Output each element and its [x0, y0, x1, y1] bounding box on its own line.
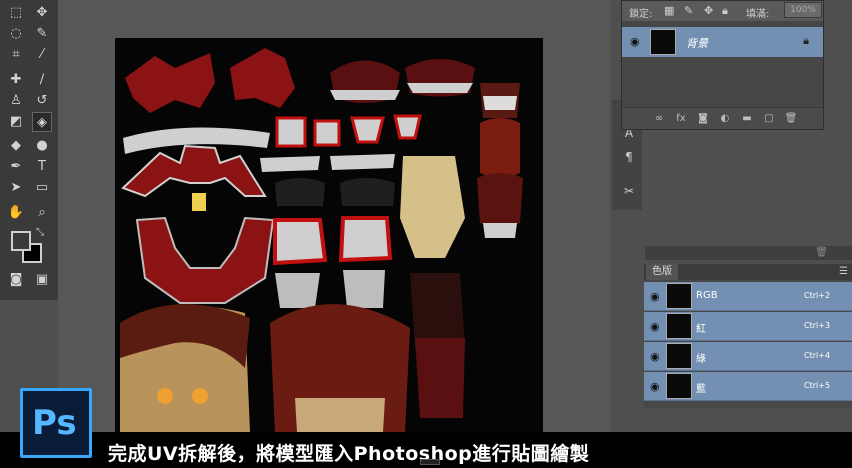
channels-header: 色版 ☰: [644, 264, 852, 280]
tab-channels[interactable]: 色版: [646, 264, 678, 280]
marquee-tool-icon[interactable]: ⬚: [6, 3, 26, 23]
video-progress-indicator: [420, 459, 440, 465]
adjustment-layer-icon[interactable]: ◐: [718, 112, 732, 126]
foreground-color-swatch[interactable]: [11, 231, 31, 251]
visibility-eye-icon[interactable]: ◉: [650, 380, 660, 393]
visibility-eye-icon[interactable]: ◉: [650, 320, 660, 333]
history-brush-tool-icon[interactable]: ↺: [32, 91, 52, 111]
layer-style-icon[interactable]: fx: [674, 112, 688, 126]
layer-name: 背景: [686, 37, 708, 50]
link-layers-icon[interactable]: ∞: [652, 112, 666, 126]
zoom-tool-icon[interactable]: ⌕: [32, 203, 52, 223]
new-group-icon[interactable]: ▬: [740, 112, 754, 126]
type-tool-icon[interactable]: T: [32, 157, 52, 177]
uv-texture-image: [120, 48, 523, 432]
channel-thumbnail: [666, 343, 692, 369]
channels-panel: 色版 ☰ ◉ RGB Ctrl+2 ◉ 紅 Ctrl+3 ◉ 綠 Ctrl+4 …: [644, 264, 852, 408]
fill-input[interactable]: 100%: [784, 2, 822, 18]
subtitle-caption: 完成UV拆解後，將模型匯入Photoshop進行貼圖繪製: [108, 443, 590, 465]
new-layer-icon[interactable]: ▢: [762, 112, 776, 126]
quick-mask-icon[interactable]: ◙: [6, 270, 26, 290]
eraser-tool-icon[interactable]: ◩: [6, 112, 26, 132]
move-tool-icon[interactable]: ✥: [32, 3, 52, 23]
layers-lock-bar: 鎖定: ▦ ✎ ✥ 🔒︎ 填滿: 100%: [622, 1, 823, 21]
lock-paint-icon[interactable]: ✎: [684, 4, 693, 17]
channel-thumbnail: [666, 283, 692, 309]
crop-tool-icon[interactable]: ⌗: [6, 45, 26, 65]
lock-transparent-icon[interactable]: ▦: [664, 4, 674, 17]
panel-menu-icon[interactable]: ☰: [839, 266, 848, 277]
tools-preset-icon[interactable]: ✂: [622, 184, 636, 198]
visibility-eye-icon[interactable]: ◉: [650, 290, 660, 303]
layers-panel: 鎖定: ▦ ✎ ✥ 🔒︎ 填滿: 100% ◉ 背景 🔒︎ ∞ fx ◙ ◐ ▬…: [621, 0, 824, 130]
lock-all-icon[interactable]: 🔒︎: [722, 4, 728, 18]
trash-icon[interactable]: 🗑︎: [815, 247, 828, 258]
lock-position-icon[interactable]: ✥: [704, 4, 713, 17]
path-select-tool-icon[interactable]: ➤: [6, 178, 26, 198]
tools-panel: ⬚ ✥ ◌ ✎ ⌗ ⁄ ✚ ∕ ♙ ↺ ◩ ◈ ◆ ● ✒ T ➤ ▭ ✋ ⌕ …: [0, 0, 58, 300]
delete-layer-icon[interactable]: 🗑︎: [784, 112, 798, 126]
fill-label: 填滿:: [746, 9, 770, 20]
channel-shortcut: Ctrl+2: [804, 291, 831, 300]
blur-tool-icon[interactable]: ◆: [6, 136, 26, 156]
channel-thumbnail: [666, 313, 692, 339]
lasso-tool-icon[interactable]: ◌: [6, 24, 26, 44]
visibility-eye-icon[interactable]: ◉: [630, 35, 640, 48]
layers-footer: ∞ fx ◙ ◐ ▬ ▢ 🗑︎: [622, 107, 823, 129]
layer-lock-icon: 🔒︎: [803, 34, 809, 47]
quick-select-tool-icon[interactable]: ✎: [32, 24, 52, 44]
channel-row-blue[interactable]: ◉ 藍 Ctrl+5: [644, 372, 852, 401]
rectangle-tool-icon[interactable]: ▭: [32, 178, 52, 198]
channel-name: 藍: [696, 384, 706, 395]
photoshop-window: ⬚ ✥ ◌ ✎ ⌗ ⁄ ✚ ∕ ♙ ↺ ◩ ◈ ◆ ● ✒ T ➤ ▭ ✋ ⌕ …: [0, 0, 852, 468]
channel-row-green[interactable]: ◉ 綠 Ctrl+4: [644, 342, 852, 371]
channel-name: 綠: [696, 354, 706, 365]
channel-thumbnail: [666, 373, 692, 399]
panel-divider: 🗑︎: [645, 246, 852, 260]
add-mask-icon[interactable]: ◙: [696, 112, 710, 126]
visibility-eye-icon[interactable]: ◉: [650, 350, 660, 363]
photoshop-logo: Ps: [20, 388, 92, 458]
clone-stamp-tool-icon[interactable]: ♙: [6, 91, 26, 111]
channel-shortcut: Ctrl+3: [804, 321, 831, 330]
paint-bucket-tool-icon[interactable]: ◈: [32, 112, 52, 132]
document-canvas[interactable]: [115, 38, 543, 432]
channel-shortcut: Ctrl+5: [804, 381, 831, 390]
channel-row-red[interactable]: ◉ 紅 Ctrl+3: [644, 312, 852, 341]
channel-name: 紅: [696, 324, 706, 335]
dodge-tool-icon[interactable]: ●: [32, 136, 52, 156]
channel-name: RGB: [696, 290, 718, 301]
paragraph-panel-icon[interactable]: ¶: [622, 150, 636, 164]
channel-shortcut: Ctrl+4: [804, 351, 831, 360]
eyedropper-tool-icon[interactable]: ⁄: [32, 45, 52, 65]
lock-label: 鎖定:: [629, 9, 653, 20]
hand-tool-icon[interactable]: ✋: [6, 203, 26, 223]
brush-tool-icon[interactable]: ∕: [32, 70, 52, 90]
logo-text: Ps: [32, 403, 77, 443]
pen-tool-icon[interactable]: ✒: [6, 157, 26, 177]
layer-thumbnail: [650, 29, 676, 55]
swap-colors-icon[interactable]: ⤡: [36, 227, 44, 238]
layer-row-background[interactable]: ◉ 背景 🔒︎: [622, 27, 823, 57]
healing-brush-tool-icon[interactable]: ✚: [6, 70, 26, 90]
screen-mode-icon[interactable]: ▣: [32, 270, 52, 290]
channel-row-rgb[interactable]: ◉ RGB Ctrl+2: [644, 282, 852, 311]
